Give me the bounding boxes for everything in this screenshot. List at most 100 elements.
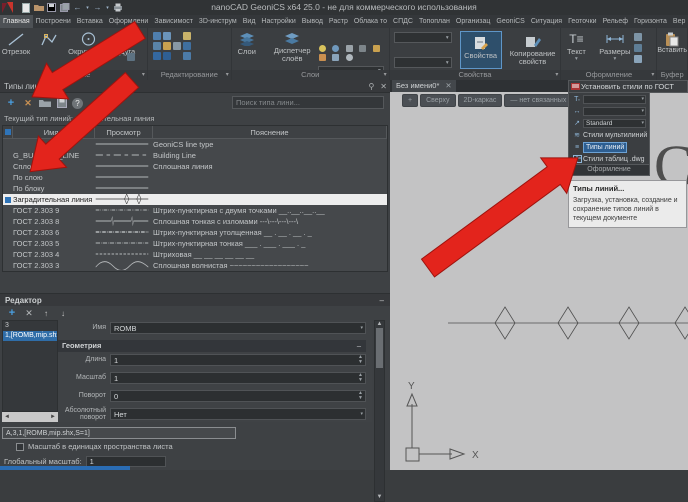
undo-icon[interactable]: ← (72, 2, 83, 13)
field-input[interactable]: 0▲▼ (110, 390, 366, 402)
linetype-row[interactable]: Заградительная линия (3, 194, 387, 205)
polyline-tool[interactable] (36, 28, 62, 56)
ellipse-icon[interactable] (127, 53, 135, 61)
linetype-row[interactable]: ГОСТ 2.303 9Штрих-пунктирная с двумя точ… (3, 205, 387, 216)
linetype-row[interactable]: ГОСТ 2.303 3Сплошная волнистая ~~~~~~~~~… (3, 260, 387, 271)
field-input[interactable]: 1▲▼ (110, 354, 366, 366)
menu-item-gost-styles[interactable]: Установить стили по ГОСТ (568, 80, 688, 93)
ribbon-tab[interactable]: Топоплан (416, 15, 453, 28)
array-icon[interactable] (173, 52, 181, 60)
move-down-icon[interactable]: ↓ (56, 306, 70, 320)
text-tool[interactable]: T≡ Текст ▾ (561, 28, 591, 62)
layer-color-icon[interactable] (359, 45, 366, 52)
column-preview[interactable]: Просмотр (95, 126, 153, 138)
redo-icon[interactable]: → (92, 2, 103, 13)
mirror-icon[interactable] (173, 32, 181, 40)
field-input[interactable]: Нет▾ (110, 408, 366, 420)
ribbon-tab[interactable]: 3D-инструм (196, 15, 240, 28)
multileader-icon[interactable] (634, 44, 642, 52)
rotate-icon[interactable] (163, 32, 171, 40)
menu-item-multiline-styles[interactable]: ≋ Стили мультилиний (569, 129, 649, 141)
linetype-row[interactable]: ГОСТ 2.303 4Штриховая __ __ __ __ __ __ (3, 249, 387, 260)
copy-properties-button[interactable]: Копирование свойств (506, 31, 560, 66)
linetype-row[interactable]: По блоку (3, 183, 387, 194)
segment-list-item[interactable]: 3 (3, 321, 57, 331)
move-up-icon[interactable]: ↑ (39, 306, 53, 320)
add-linetype-icon[interactable]: + (4, 96, 18, 110)
ribbon-tab[interactable]: Вывод (299, 15, 326, 28)
linetype-row[interactable]: ГОСТ 2.303 6Штрих-пунктирная утолщенная … (3, 227, 387, 238)
horizontal-scrollbar[interactable]: ◄► (2, 412, 58, 422)
ribbon-tab[interactable]: Организац (453, 15, 494, 28)
move-icon[interactable] (153, 32, 161, 40)
layer-lock-icon[interactable] (346, 45, 353, 52)
delete-linetype-icon[interactable]: ✕ (21, 96, 35, 110)
segment-list[interactable]: 31,[ROMB,mip.shx, (2, 320, 58, 412)
menu-item-table-styles[interactable]: Стили таблиц .dwg (569, 153, 649, 165)
leader-style-combo[interactable]: Standard▾ (583, 119, 646, 128)
ribbon-tab[interactable]: Вер (670, 15, 688, 28)
linetype-row[interactable]: ГОСТ 2.303 8Сплошная тонкая с изломами -… (3, 216, 387, 227)
document-tab[interactable]: Без имени0*✕ (392, 80, 456, 92)
ribbon-tab[interactable]: Построени (33, 15, 74, 28)
open-folder-icon[interactable] (33, 2, 44, 13)
linetype-row[interactable]: G_BUILDING_LINEBuilding Line (3, 150, 387, 161)
name-field[interactable]: ROMB▾ (110, 322, 366, 334)
circle-tool[interactable]: Окружность (67, 28, 111, 56)
menu-row-dim-style[interactable]: ↔ ▾ (569, 105, 649, 117)
help-icon[interactable]: ? (72, 98, 83, 109)
ribbon-tab[interactable]: Геоточки (565, 15, 599, 28)
layer-on-icon[interactable] (319, 45, 326, 52)
linetype-row[interactable]: ГОСТ 2.303 5Штрих-пунктирная тонкая ___ … (3, 238, 387, 249)
leader-icon[interactable] (634, 33, 642, 41)
linetype-combo[interactable]: ▾ (394, 57, 452, 68)
table-icon[interactable] (634, 55, 642, 63)
column-description[interactable]: Пояснение (153, 126, 387, 138)
ribbon-tab[interactable]: Растр (326, 15, 351, 28)
ribbon-tab[interactable]: Настройки (258, 15, 298, 28)
properties-button[interactable]: Свойства (460, 31, 502, 69)
segment-list-item[interactable]: 1,[ROMB,mip.shx, (3, 331, 57, 341)
ribbon-tab[interactable]: Вставка (74, 15, 106, 28)
load-linetype-folder-icon[interactable] (38, 96, 52, 110)
menu-row-leader-style[interactable]: ↗ Standard▾ (569, 117, 649, 129)
ribbon-tab[interactable]: Рельеф (600, 15, 631, 28)
layer-manager-tool[interactable]: Диспетчер слоёв (266, 28, 318, 63)
save-as-icon[interactable] (59, 2, 70, 13)
ribbon-tab[interactable]: СПДС (390, 15, 416, 28)
offset-icon[interactable] (163, 52, 171, 60)
delete-segment-icon[interactable]: ✕ (22, 306, 36, 320)
search-input[interactable] (232, 96, 384, 109)
menu-row-text-style[interactable]: T▪ ▾ (569, 93, 649, 105)
linetype-row[interactable]: СплошнаяСплошная линия (3, 161, 387, 172)
scale-icon[interactable] (163, 42, 171, 50)
close-tab-icon[interactable]: ✕ (445, 81, 451, 90)
explode-icon[interactable] (183, 52, 191, 60)
layer-walk-icon[interactable] (319, 54, 326, 61)
linetype-row[interactable]: По слою (3, 172, 387, 183)
save-icon[interactable] (46, 2, 57, 13)
vertical-scrollbar[interactable]: ▲ ▼ (374, 320, 385, 502)
layer-match-icon[interactable] (332, 54, 339, 61)
undo-dropdown-icon[interactable]: ▾ (85, 2, 90, 13)
stretch-icon[interactable] (153, 52, 161, 60)
erase-icon[interactable] (183, 32, 191, 40)
new-file-icon[interactable] (20, 2, 31, 13)
ribbon-tab[interactable]: Горизонта (631, 15, 670, 28)
print-icon[interactable] (112, 2, 123, 13)
layer-eye-icon[interactable] (346, 54, 353, 61)
linetype-row[interactable]: GeoniCS line type (3, 139, 387, 150)
line-tool[interactable]: Отрезок (0, 28, 32, 56)
field-input[interactable]: 1▲▼ (110, 372, 366, 384)
dimensions-tool[interactable]: Размеры ▾ (596, 28, 634, 62)
ribbon-tab[interactable]: Зависимост (151, 15, 196, 28)
ribbon-tab[interactable]: Вид (240, 15, 259, 28)
color-combo[interactable]: ▾ (394, 32, 452, 43)
trim-icon[interactable] (173, 42, 181, 50)
copy-icon[interactable] (153, 42, 161, 50)
fillet-icon[interactable] (183, 42, 191, 50)
add-segment-icon[interactable]: + (5, 306, 19, 320)
rectangle-icon[interactable] (127, 35, 135, 43)
ribbon-tab[interactable]: Оформлени (106, 15, 152, 28)
layer-isolate-icon[interactable] (373, 45, 380, 52)
